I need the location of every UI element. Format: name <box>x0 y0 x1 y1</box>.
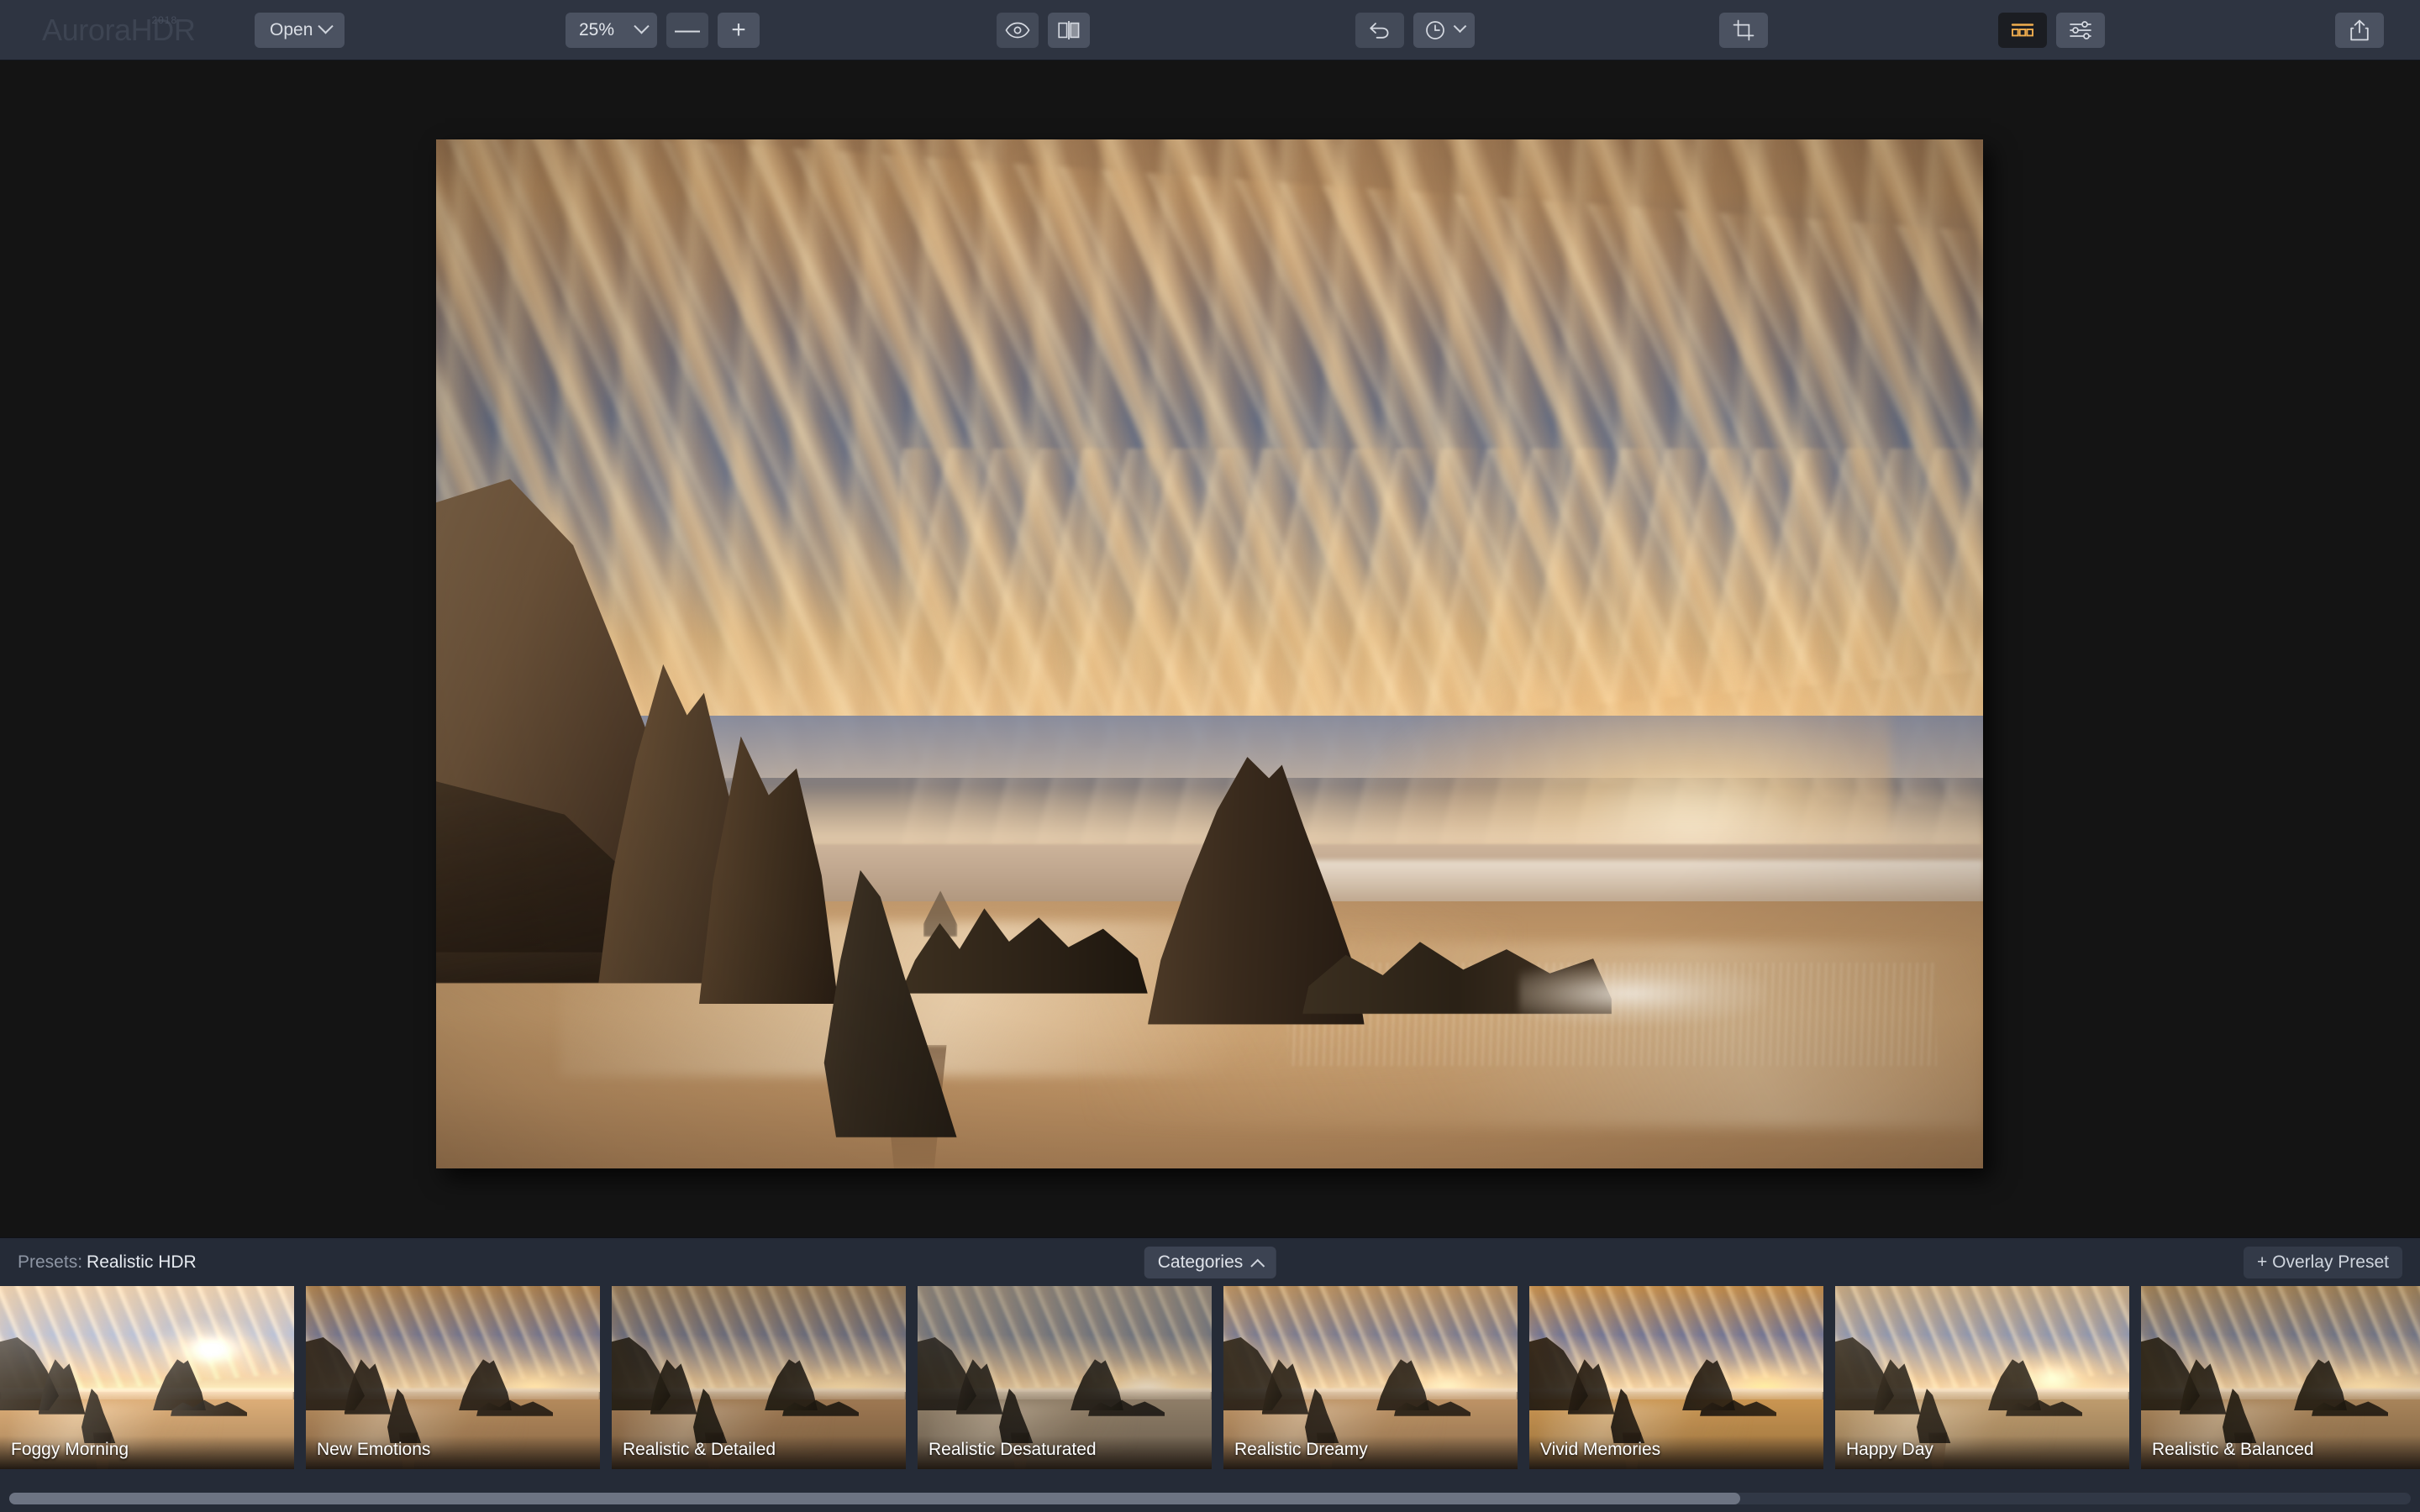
categories-button-label: Categories <box>1157 1252 1244 1272</box>
zoom-in-button[interactable]: + <box>718 12 760 48</box>
zoom-out-button[interactable]: — <box>666 12 709 48</box>
preset-name-label: Realistic Dreamy <box>1234 1440 1368 1459</box>
view-group <box>997 12 1090 48</box>
sliders-adjust-icon <box>2070 20 2091 39</box>
app-logo-year: 2018 <box>151 13 178 26</box>
preview-toggle-button[interactable] <box>997 12 1039 48</box>
top-toolbar: AuroraHDR2018 Open 25% — + <box>0 0 2420 60</box>
presets-panel: Presets: Realistic HDR Categories + Overl… <box>0 1237 2420 1512</box>
chevron-down-icon <box>634 18 650 34</box>
zoom-group: 25% — + <box>566 12 760 48</box>
chevron-up-icon <box>1249 1258 1265 1273</box>
preset-thumbnail-strip[interactable]: Foggy Morning New Emotions Realistic & Det… <box>0 1286 2420 1512</box>
open-group: Open <box>255 12 345 48</box>
crop-group <box>1719 12 1768 48</box>
app-logo: AuroraHDR2018 <box>42 13 221 48</box>
compare-split-button[interactable] <box>1048 12 1090 48</box>
crop-icon <box>1733 19 1754 40</box>
history-button[interactable] <box>1413 12 1475 48</box>
panel-toggle-group <box>1998 12 2105 48</box>
preset-thumbnail[interactable]: Foggy Morning <box>0 1286 294 1469</box>
presets-category-label: Presets: Realistic HDR <box>18 1252 197 1273</box>
preset-thumbnail[interactable]: Happy Day <box>1835 1286 2129 1469</box>
scrollbar-thumb[interactable] <box>9 1493 1740 1504</box>
app-logo-aurora: Aurora <box>42 12 131 47</box>
presets-panel-toggle[interactable] <box>1998 12 2047 48</box>
preset-thumbnail[interactable]: Vivid Memories <box>1529 1286 1823 1469</box>
preset-thumbnail[interactable]: Realistic & Balanced <box>2141 1286 2420 1469</box>
categories-button[interactable]: Categories <box>1144 1246 1276 1278</box>
crop-tool-button[interactable] <box>1719 12 1768 48</box>
side-by-side-compare-icon <box>1058 20 1080 39</box>
presets-horizontal-scrollbar[interactable] <box>9 1493 2411 1504</box>
right-foam <box>1518 963 1767 1025</box>
chevron-down-icon <box>1453 19 1467 34</box>
preset-name-label: Realistic & Detailed <box>623 1440 776 1459</box>
adjust-panel-toggle[interactable] <box>2056 12 2105 48</box>
add-overlay-preset-label: + Overlay Preset <box>2257 1252 2389 1272</box>
presets-label-value: Realistic HDR <box>87 1252 197 1272</box>
preset-name-label: Realistic Desaturated <box>929 1440 1097 1459</box>
presets-label-key: Presets: <box>18 1252 83 1272</box>
zoom-level-select[interactable]: 25% <box>566 12 658 48</box>
open-button[interactable]: Open <box>255 12 345 48</box>
aurora-hdr-window: AuroraHDR2018 Open 25% — + Presets: Real… <box>0 0 2420 1512</box>
preset-name-label: Happy Day <box>1846 1440 1933 1459</box>
share-button[interactable] <box>2335 12 2384 48</box>
open-button-label: Open <box>270 19 313 39</box>
preset-thumbnail[interactable]: New Emotions <box>306 1286 600 1469</box>
presets-header: Presets: Realistic HDR Categories + Overl… <box>0 1238 2420 1286</box>
preset-thumbnail[interactable]: Realistic Dreamy <box>1223 1286 1518 1469</box>
presets-panel-icon <box>2011 23 2034 36</box>
preset-thumbnail[interactable]: Realistic Desaturated <box>918 1286 1212 1469</box>
preset-thumbnail[interactable]: Realistic & Detailed <box>612 1286 906 1469</box>
preset-name-label: New Emotions <box>317 1440 431 1459</box>
photo-render <box>436 139 1983 1168</box>
add-overlay-preset-button[interactable]: + Overlay Preset <box>2244 1246 2402 1278</box>
preset-name-label: Foggy Morning <box>11 1440 129 1459</box>
eye-icon <box>1005 22 1030 38</box>
undo-arrow-icon <box>1370 22 1389 39</box>
preset-name-label: Vivid Memories <box>1540 1440 1661 1459</box>
undo-button[interactable] <box>1355 12 1404 48</box>
share-group <box>2335 12 2384 48</box>
history-group <box>1355 12 1475 48</box>
share-export-icon <box>2350 19 2369 40</box>
history-clock-icon <box>1426 20 1444 39</box>
image-canvas[interactable] <box>0 60 2420 1237</box>
minus-icon: — <box>675 15 701 44</box>
chevron-down-icon <box>318 18 334 34</box>
edited-photo[interactable] <box>436 139 1983 1168</box>
plus-icon: + <box>731 15 746 44</box>
preset-name-label: Realistic & Balanced <box>2152 1440 2314 1459</box>
zoom-level-value: 25% <box>579 19 615 39</box>
